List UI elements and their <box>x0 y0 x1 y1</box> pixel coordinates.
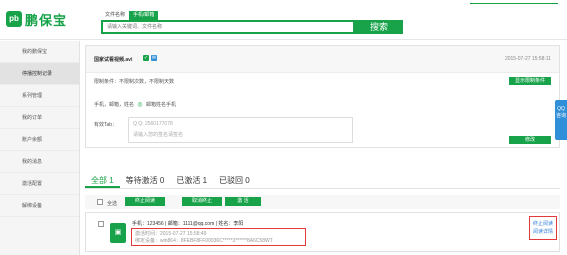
search-box <box>101 20 355 34</box>
header-accent-line <box>470 0 567 8</box>
tab-rejected[interactable]: 已驳回 0 <box>213 172 256 188</box>
mail-icon[interactable]: ✉ <box>151 55 157 61</box>
required-fields-label: 手机，邮箱，姓名 <box>94 102 135 108</box>
logo-icon: pb <box>6 11 22 27</box>
search-button[interactable]: 搜索 <box>355 20 403 34</box>
list-toolbar: 全选 终止阅读 取消终止 激 活 <box>85 195 560 209</box>
file-card: 国家试看视频.avi ✓ ✉ 2015-07-27 15:58:11 限制条件：… <box>85 45 560 148</box>
file-lock-icon: ▣ <box>110 223 126 243</box>
sidebar: 我的鹏保宝 停播控制记录 系列管理 我的订单 账户余额 我的消息 激活配置 解绑… <box>0 41 80 255</box>
record-checkbox[interactable] <box>98 221 104 227</box>
qq-consult-button[interactable]: QQ咨询 <box>555 100 567 140</box>
logo[interactable]: pb 鹏保宝 <box>6 11 68 28</box>
qq-contact: Q Q: 2560177078 <box>133 121 173 127</box>
select-all-checkbox[interactable] <box>97 199 103 205</box>
cancel-stop-button[interactable]: 取消终止 <box>182 197 222 206</box>
select-all-label: 全选 <box>107 201 118 207</box>
search-tab-filename[interactable]: 文件名称 <box>101 11 129 20</box>
record-row: ▣ 手机：123456 | 邮箱：1111@qq.com | 姓名：李阳 激活时… <box>85 212 560 252</box>
search-type-tabs: 文件名称 手机/邮箱 <box>101 11 159 20</box>
record-activation-details: 激活时间：2015-07-27 15:58:49 绑定设备：win864：8FE… <box>131 228 306 246</box>
reading-details-link[interactable]: 阅读详情 <box>532 228 554 236</box>
file-card-header: 国家试看视频.avi ✓ ✉ 2015-07-27 15:58:11 <box>86 46 559 73</box>
record-bound-device: 绑定设备：win864：8FEBF8FF00036C*****3******8A… <box>135 238 273 244</box>
limit-conditions: 限制条件：不限制次数，不限制天数 <box>94 79 175 85</box>
signature-label: 有效Tab： <box>94 122 118 128</box>
sidebar-item-stop-records[interactable]: 停播控制记录 <box>0 63 79 85</box>
stop-reading-link[interactable]: 终止阅读 <box>532 220 554 228</box>
stop-reading-button[interactable]: 终止阅读 <box>125 197 165 206</box>
required-fields: 手机，邮箱，姓名 ◎ 邮箱姓名手机 <box>94 101 176 108</box>
show-limit-button[interactable]: 显示限制条件 <box>509 77 551 85</box>
top-header: pb 鹏保宝 文件名称 手机/邮箱 搜索 <box>0 0 567 40</box>
logo-text: 鹏保宝 <box>25 12 68 28</box>
sidebar-item-home[interactable]: 我的鹏保宝 <box>0 41 79 63</box>
search-tab-contact[interactable]: 手机/邮箱 <box>129 11 159 20</box>
lock-icon[interactable]: ✓ <box>143 55 149 61</box>
record-activated-time: 激活时间：2015-07-27 15:58:49 <box>135 231 207 237</box>
search-input[interactable] <box>103 22 353 32</box>
status-tabs: 全部 1 等待激活 0 已激活 1 已驳回 0 <box>85 172 560 189</box>
sidebar-item-unbind[interactable]: 解绑设备 <box>0 195 79 217</box>
created-time: 2015-07-27 15:58:11 <box>504 56 551 62</box>
edit-button[interactable]: 修改 <box>509 136 551 144</box>
wechat-icon: ◎ <box>137 102 143 108</box>
tab-waiting[interactable]: 等待激活 0 <box>120 172 171 188</box>
sidebar-item-orders[interactable]: 我的订单 <box>0 107 79 129</box>
record-actions: 终止阅读 阅读详情 <box>529 216 557 240</box>
sidebar-item-activation[interactable]: 激活配置 <box>0 173 79 195</box>
sidebar-item-balance[interactable]: 账户余额 <box>0 129 79 151</box>
tab-all[interactable]: 全部 1 <box>85 172 120 188</box>
activate-button[interactable]: 激 活 <box>225 197 261 206</box>
required-fields-extra: 邮箱姓名手机 <box>146 102 177 108</box>
file-name: 国家试看视频.avi <box>94 57 133 63</box>
signature-placeholder: 请输入您的签名请签名 <box>133 132 184 138</box>
signature-textarea[interactable]: Q Q: 2560177078 请输入您的签名请签名 <box>128 117 353 143</box>
sidebar-item-series[interactable]: 系列管理 <box>0 85 79 107</box>
record-contact-info: 手机：123456 | 邮箱：1111@qq.com | 姓名：李阳 <box>132 221 244 227</box>
tab-activated[interactable]: 已激活 1 <box>170 172 213 188</box>
sidebar-item-messages[interactable]: 我的消息 <box>0 151 79 173</box>
